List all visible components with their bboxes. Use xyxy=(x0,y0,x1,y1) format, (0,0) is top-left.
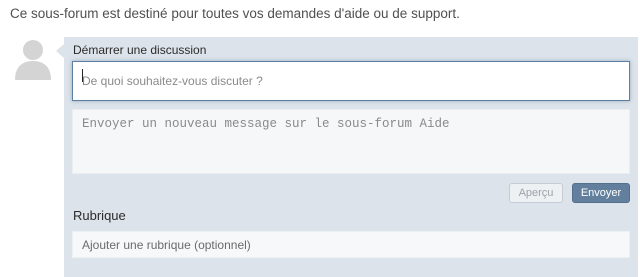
rubric-label: Rubrique xyxy=(73,208,126,223)
panel-pointer xyxy=(56,44,64,58)
rubric-input[interactable] xyxy=(72,231,630,258)
text-cursor xyxy=(82,69,83,82)
discussion-title-input[interactable] xyxy=(72,61,630,101)
new-discussion-page: Ce sous-forum est destiné pour toutes vo… xyxy=(0,0,640,277)
default-avatar-icon xyxy=(14,38,52,80)
message-textarea[interactable] xyxy=(72,109,630,174)
forum-description: Ce sous-forum est destiné pour toutes vo… xyxy=(10,6,460,21)
preview-button[interactable]: Aperçu xyxy=(509,183,563,203)
start-discussion-label: Démarrer une discussion xyxy=(73,43,207,57)
send-button[interactable]: Envoyer xyxy=(572,183,630,203)
